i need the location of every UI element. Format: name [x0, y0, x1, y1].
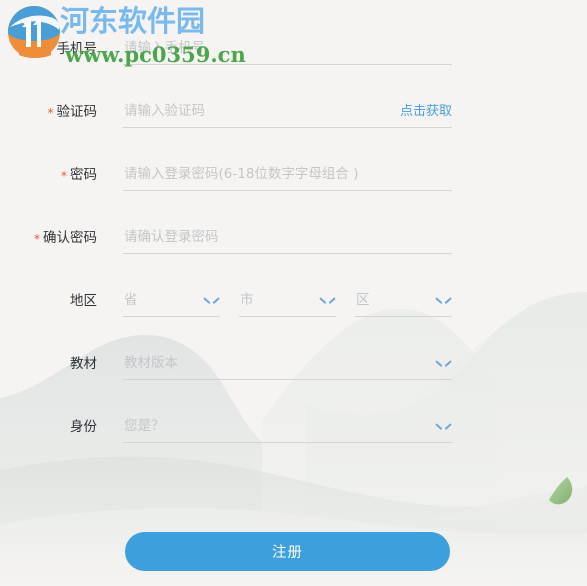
get-captcha-link[interactable]: 点击获取 [400, 99, 452, 124]
select-province[interactable]: 省 [123, 288, 220, 317]
placeholder-province: 省 [124, 292, 138, 308]
registration-page: * 手机号 请输入手机号 * 验证码 请输入验证码 点击获取 * 密码 请输入登录密码… [0, 0, 587, 586]
placeholder-mobile: 请输入手机号 [124, 40, 205, 56]
placeholder-captcha: 请输入验证码 [124, 103, 205, 119]
chevron-down-icon [437, 296, 450, 304]
field-row-captcha: * 验证码 请输入验证码 点击获取 [0, 99, 587, 133]
label-mobile: * 手机号 [0, 36, 98, 62]
label-region: 地区 [0, 288, 97, 314]
register-button[interactable]: 注册 [125, 532, 450, 571]
field-row-region: 地区 省 市 区 [0, 288, 587, 322]
select-district[interactable]: 区 [355, 288, 452, 317]
field-row-password: * 密码 请输入登录密码(6-18位数字字母组合 ) [0, 162, 587, 196]
input-mobile[interactable]: 请输入手机号 [123, 36, 452, 65]
select-city[interactable]: 市 [239, 288, 336, 317]
chevron-down-icon [321, 296, 334, 304]
required-asterisk: * [47, 106, 54, 120]
label-mobile-text: 手机号 [56, 41, 98, 57]
placeholder-identity: 您是？ [124, 418, 165, 434]
placeholder-password: 请输入登录密码(6-18位数字字母组合 ) [124, 166, 359, 182]
label-captcha-text: 验证码 [56, 104, 98, 120]
field-row-confirm-password: * 确认密码 请确认登录密码 [0, 225, 587, 259]
placeholder-district: 区 [356, 292, 370, 308]
input-captcha[interactable]: 请输入验证码 点击获取 [123, 99, 452, 128]
field-row-identity: 身份 您是？ [0, 414, 587, 448]
placeholder-city: 市 [240, 292, 254, 308]
label-password: * 密码 [0, 162, 97, 188]
label-confirm-password-text: 确认密码 [43, 230, 97, 246]
required-asterisk: * [34, 232, 40, 246]
input-password[interactable]: 请输入登录密码(6-18位数字字母组合 ) [123, 162, 452, 191]
required-asterisk: * [47, 43, 54, 57]
placeholder-textbook: 教材版本 [124, 355, 178, 371]
label-password-text: 密码 [70, 167, 97, 183]
chevron-down-icon [437, 422, 450, 430]
leaf-decoration [549, 477, 573, 505]
label-identity-text: 身份 [70, 419, 97, 435]
field-row-mobile: * 手机号 请输入手机号 [0, 36, 587, 70]
select-identity[interactable]: 您是？ [123, 414, 452, 443]
watermark-title: 河东软件园 [60, 4, 206, 38]
region-select-group: 省 市 区 [123, 288, 452, 317]
field-row-textbook: 教材 教材版本 [0, 351, 587, 385]
input-confirm-password[interactable]: 请确认登录密码 [123, 225, 452, 254]
label-region-text: 地区 [70, 293, 97, 309]
label-textbook-text: 教材 [70, 356, 97, 372]
label-textbook: 教材 [0, 351, 97, 377]
required-asterisk: * [61, 169, 67, 183]
label-captcha: * 验证码 [0, 99, 98, 125]
label-identity: 身份 [0, 414, 97, 440]
chevron-down-icon [205, 296, 218, 304]
chevron-down-icon [437, 359, 450, 367]
placeholder-confirm-password: 请确认登录密码 [124, 229, 219, 245]
label-confirm-password: * 确认密码 [0, 225, 97, 251]
select-textbook[interactable]: 教材版本 [123, 351, 452, 380]
